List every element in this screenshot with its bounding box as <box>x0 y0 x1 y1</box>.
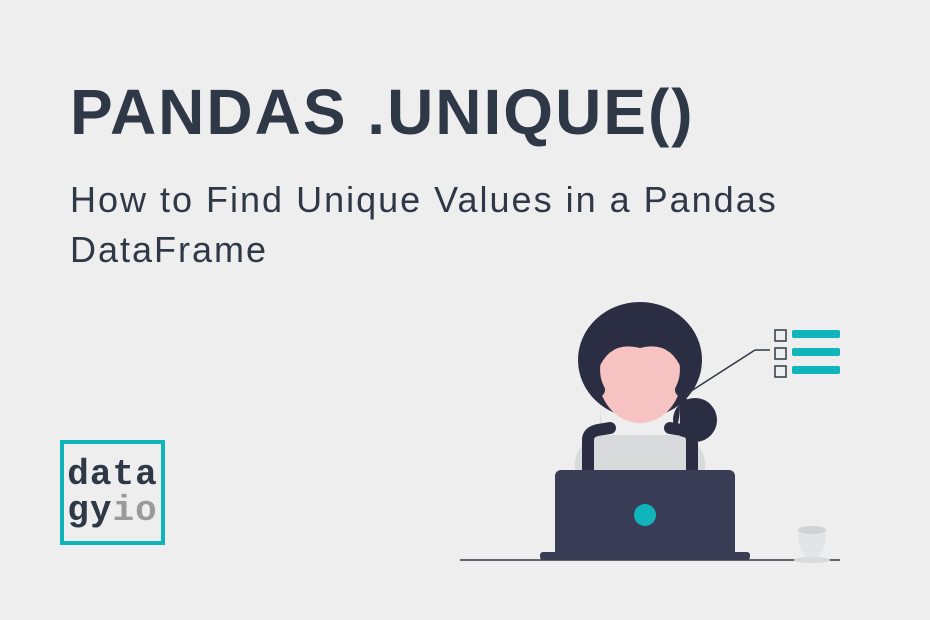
logo-line2: gyio <box>67 493 157 529</box>
page-title: PANDAS .UNIQUE() <box>70 75 695 149</box>
checklist-icon <box>775 330 840 377</box>
logo-io: io <box>113 490 158 531</box>
logo-gy: gy <box>67 490 112 531</box>
page-subtitle: How to Find Unique Values in a Pandas Da… <box>70 175 850 276</box>
datagy-logo: data gyio <box>60 440 165 545</box>
logo-line1: data <box>67 457 157 493</box>
person-laptop-illustration <box>460 300 890 600</box>
